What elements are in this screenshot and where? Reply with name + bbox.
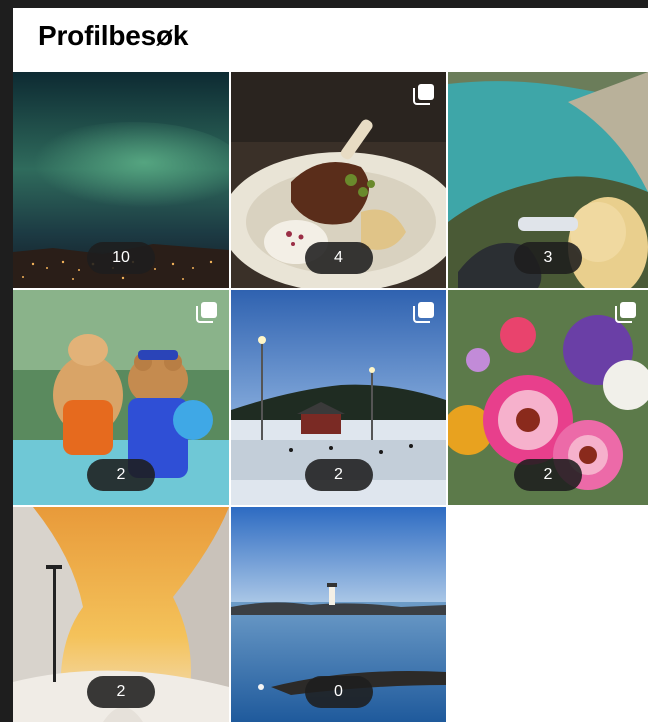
visit-count-badge: 0 [304, 676, 373, 708]
post-tile-flowers[interactable]: 2 [448, 290, 648, 505]
carousel-icon [196, 302, 217, 323]
post-tile-dish[interactable]: 4 [231, 72, 446, 288]
visit-count-badge: 2 [87, 459, 155, 491]
carousel-icon [413, 302, 434, 323]
visit-count-badge: 10 [87, 242, 155, 274]
visit-count-badge: 4 [304, 242, 373, 274]
post-tile-aurora[interactable]: 10 [13, 72, 229, 288]
post-tile-mascots[interactable]: 2 [13, 290, 229, 505]
carousel-icon [615, 302, 636, 323]
page-title: Profilbesøk [38, 20, 189, 51]
visit-count-badge: 2 [304, 459, 373, 491]
carousel-icon [413, 84, 434, 105]
profile-visits-panel: Profilbesøk 10 4 3 2 2 2 2 0 [13, 8, 648, 722]
visit-count-badge: 2 [514, 459, 582, 491]
post-tile-ice-rink[interactable]: 2 [231, 290, 446, 505]
visit-count-badge: 2 [87, 676, 155, 708]
post-tile-lighthouse[interactable]: 0 [231, 507, 446, 722]
visit-count-badge: 3 [514, 242, 582, 274]
posts-grid: 10 4 3 2 2 2 2 0 [13, 72, 648, 722]
post-tile-coast[interactable]: 3 [448, 72, 648, 288]
post-tile-snowy-sunset[interactable]: 2 [13, 507, 229, 722]
